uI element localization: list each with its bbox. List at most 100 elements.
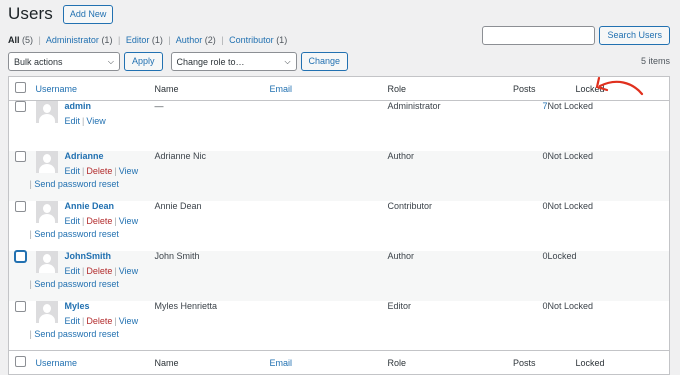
filter-separator: |: [117, 35, 121, 45]
avatar: [35, 300, 58, 323]
posts-cell: 0: [542, 150, 548, 161]
edit-link[interactable]: Edit: [65, 216, 81, 226]
email-cell: [270, 251, 388, 301]
apply-button[interactable]: Apply: [124, 52, 163, 71]
row-actions: Edit | Delete | View: [65, 166, 154, 176]
name-cell: Adrianne Nic: [154, 150, 207, 161]
username-link[interactable]: admin: [65, 101, 106, 111]
users-table: Username Name Email Role Posts Locked ad…: [8, 76, 670, 375]
add-new-button[interactable]: Add New: [62, 4, 114, 24]
items-count: 5 items: [640, 56, 670, 66]
row-checkbox[interactable]: [15, 150, 26, 162]
column-email[interactable]: Email: [269, 350, 388, 375]
role-cell: Contributor: [387, 200, 433, 211]
locked-cell: Not Locked: [547, 300, 594, 311]
role-cell: Author: [387, 250, 415, 261]
send-password-reset-link[interactable]: Send password reset: [34, 179, 119, 189]
filter-editor[interactable]: Editor: [126, 35, 150, 45]
action-separator: |: [114, 215, 117, 226]
table-row: admin Edit | View — Administrator 7 Not Lo…: [9, 101, 670, 151]
avatar: [35, 150, 58, 173]
filter-author[interactable]: Author: [176, 35, 203, 45]
view-link[interactable]: View: [119, 266, 138, 276]
posts-cell: 0: [542, 250, 548, 261]
change-role-button[interactable]: Change: [300, 52, 349, 71]
username-link[interactable]: Myles: [65, 301, 154, 311]
locked-cell: Not Locked: [547, 150, 594, 161]
delete-link[interactable]: Delete: [86, 266, 112, 276]
username-cell: admin Edit | View: [35, 101, 155, 151]
row-checkbox[interactable]: [15, 300, 26, 312]
select-all-checkbox[interactable]: [15, 82, 26, 93]
column-role: Role: [387, 350, 498, 375]
action-separator: |: [29, 278, 32, 289]
filter-contributor[interactable]: Contributor: [229, 35, 274, 45]
send-reset-row: | Send password reset: [30, 279, 119, 289]
row-actions: Edit | Delete | View: [65, 266, 154, 276]
view-link[interactable]: View: [119, 216, 138, 226]
locked-cell: Not Locked: [547, 101, 594, 111]
action-separator: |: [114, 265, 117, 276]
username-link[interactable]: JohnSmith: [65, 251, 154, 261]
action-separator: |: [82, 215, 85, 226]
edit-link[interactable]: Edit: [65, 116, 81, 126]
column-email[interactable]: Email: [269, 76, 388, 101]
send-reset-row: | Send password reset: [30, 229, 119, 239]
table-header-row: Username Name Email Role Posts Locked: [8, 76, 670, 101]
filter-administrator[interactable]: Administrator: [46, 35, 99, 45]
send-reset-row: | Send password reset: [30, 179, 119, 189]
view-link[interactable]: View: [86, 116, 105, 126]
row-actions: Edit | Delete | View: [65, 216, 154, 226]
edit-link[interactable]: Edit: [65, 266, 81, 276]
delete-link[interactable]: Delete: [86, 216, 112, 226]
name-cell: Annie Dean: [154, 200, 202, 211]
action-separator: |: [82, 165, 85, 176]
action-separator: |: [82, 116, 85, 126]
action-separator: |: [82, 265, 85, 276]
row-checkbox-cell: [9, 150, 36, 201]
posts-cell: 0: [542, 300, 548, 311]
send-password-reset-link[interactable]: Send password reset: [34, 329, 119, 339]
delete-link[interactable]: Delete: [86, 316, 112, 326]
search-users-button[interactable]: Search Users: [599, 26, 670, 45]
email-cell: [270, 301, 388, 351]
table-row: JohnSmith Edit | Delete | View | Send passwo…: [8, 250, 670, 301]
row-checkbox-cell: [9, 101, 36, 151]
username-cell: Adrianne Edit | Delete | View | Send passwor…: [30, 150, 155, 201]
search-input[interactable]: [482, 26, 596, 45]
posts-cell: 0: [542, 200, 548, 211]
send-password-reset-link[interactable]: Send password reset: [34, 279, 119, 289]
filter-separator: |: [168, 35, 171, 45]
send-password-reset-link[interactable]: Send password reset: [34, 229, 119, 239]
username-cell: JohnSmith Edit | Delete | View | Send passwo…: [30, 250, 155, 301]
row-checkbox-cell: [9, 300, 36, 351]
edit-link[interactable]: Edit: [65, 316, 81, 326]
view-link[interactable]: View: [119, 316, 138, 326]
username-link[interactable]: Adrianne: [65, 151, 154, 161]
delete-link[interactable]: Delete: [86, 166, 112, 176]
name-cell: Myles Henrietta: [154, 300, 218, 311]
view-link[interactable]: View: [119, 166, 138, 176]
posts-count-link[interactable]: 7: [542, 101, 547, 111]
bulk-actions-select[interactable]: Bulk actions ⌵: [8, 52, 120, 71]
change-role-select[interactable]: Change role to… ⌵: [170, 52, 297, 71]
role-cell: Author: [387, 150, 415, 161]
chevron-down-icon: ⌵: [107, 56, 114, 66]
send-reset-row: | Send password reset: [30, 329, 119, 339]
avatar: [35, 250, 58, 273]
username-link[interactable]: Annie Dean: [65, 201, 154, 211]
row-checkbox[interactable]: [15, 200, 26, 212]
filter-all[interactable]: All: [8, 35, 20, 45]
table-footer-row: Username Name Email Role Posts Locked: [8, 350, 670, 375]
posts-cell: 7: [498, 101, 547, 151]
row-checkbox[interactable]: [15, 250, 26, 262]
locked-cell: Locked: [547, 250, 577, 261]
edit-link[interactable]: Edit: [65, 166, 81, 176]
column-username[interactable]: Username: [35, 350, 155, 375]
name-cell: —: [154, 101, 164, 111]
column-username[interactable]: Username: [35, 76, 155, 101]
title-row: Users Add New: [8, 4, 114, 24]
select-all-checkbox[interactable]: [15, 356, 26, 367]
role-filter-links: All (5) | Administrator (1) | Editor (1)…: [8, 35, 287, 45]
row-checkbox[interactable]: [15, 101, 26, 112]
